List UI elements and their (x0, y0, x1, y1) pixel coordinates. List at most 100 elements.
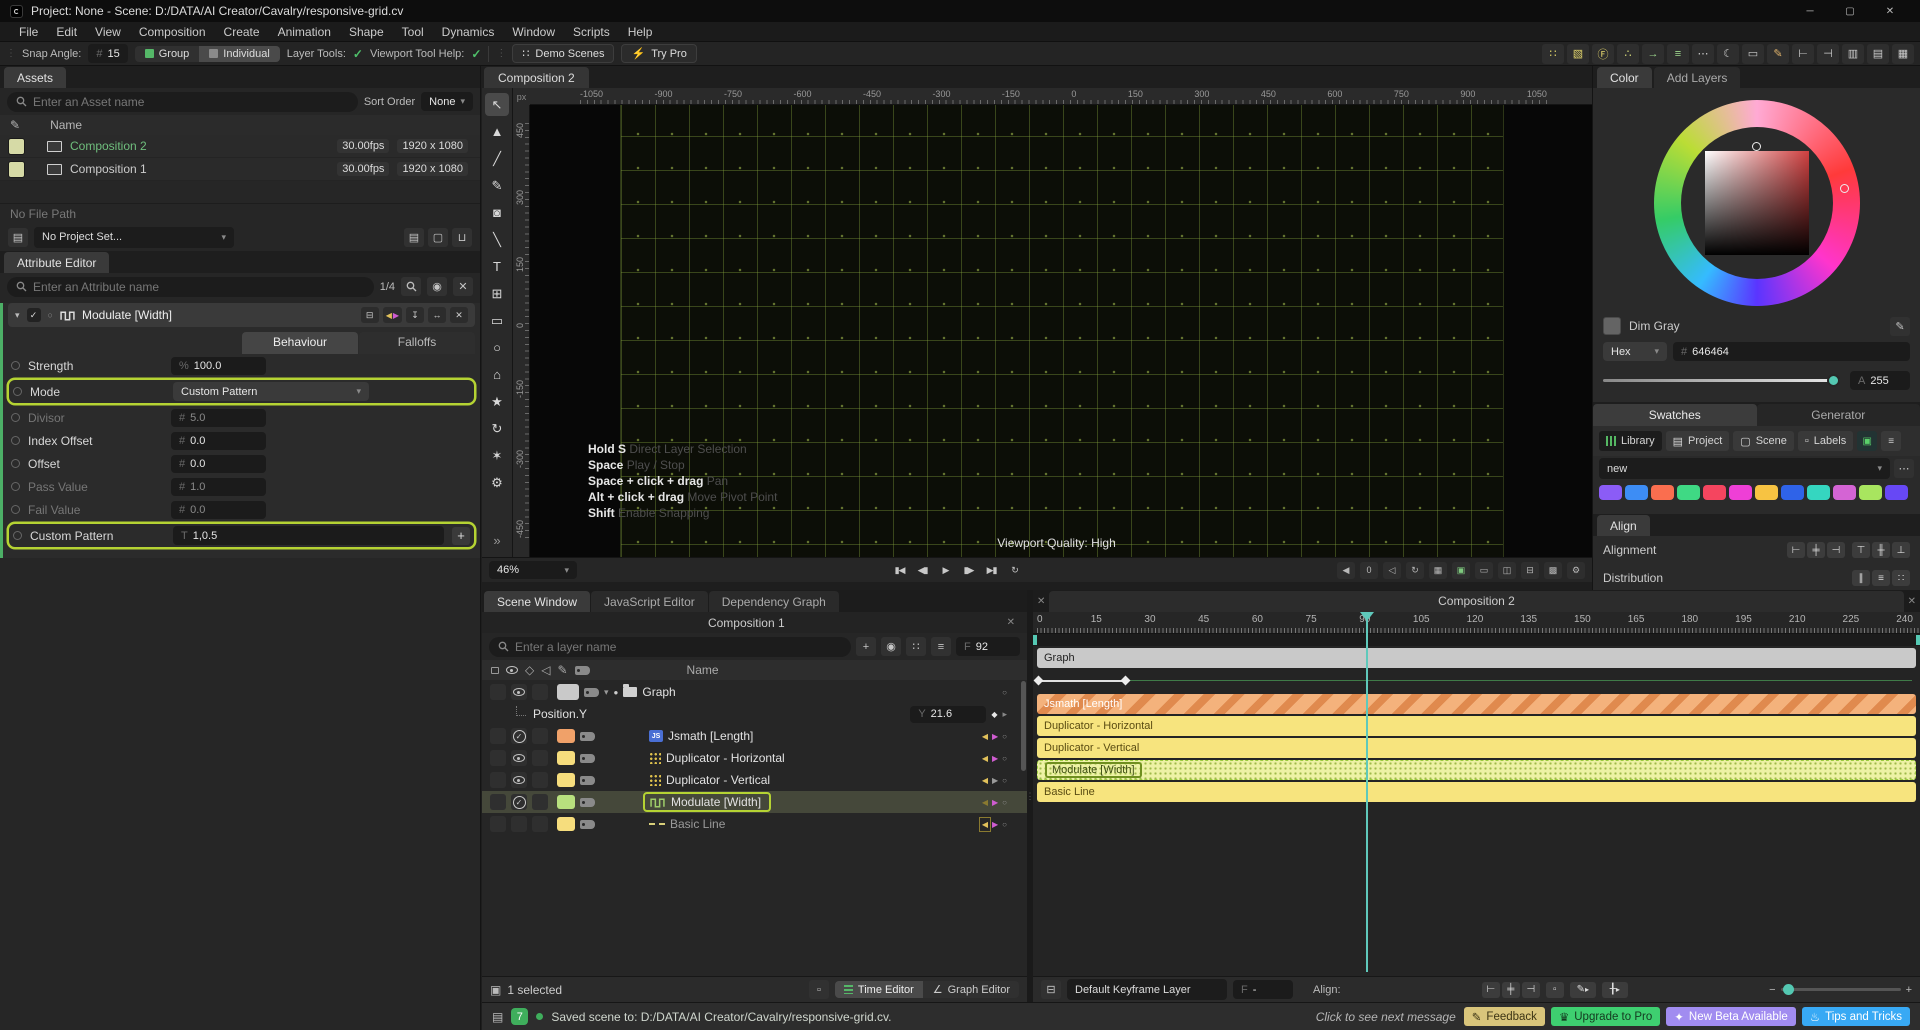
circle-icon[interactable]: ○ (1002, 820, 1007, 829)
close-icon[interactable]: ✕ (1033, 596, 1049, 607)
connection-port[interactable] (13, 387, 22, 396)
color-swatch[interactable] (1677, 485, 1700, 500)
zoom-in-icon[interactable]: + (1906, 984, 1912, 996)
ellipse-tool[interactable]: ○ (485, 336, 509, 359)
swatch-more-button[interactable]: ⋯ (1894, 459, 1914, 478)
sort-order-select[interactable]: None▾ (421, 92, 473, 111)
grid-icon[interactable]: ▦ (1892, 44, 1914, 64)
circle-icon[interactable]: ○ (1002, 754, 1007, 763)
modulate-highlight-box[interactable]: Modulate [Width] (643, 792, 771, 812)
skip-end-button[interactable]: ▶▮ (984, 565, 1000, 576)
prev-key-icon[interactable]: ◀ (982, 776, 988, 785)
next-key-icon[interactable]: ▶ (393, 311, 399, 320)
maximize-button[interactable]: ▢ (1830, 6, 1870, 17)
layer-name[interactable]: Basic Line (670, 817, 725, 831)
motion-path-icon[interactable]: → (1642, 44, 1664, 64)
sparkle-tool[interactable]: ✶ (485, 444, 509, 467)
position-y-field[interactable]: Y21.6 (910, 706, 986, 723)
visibility-toggle[interactable] (511, 772, 527, 788)
align-top-icon[interactable]: ⊤ (1852, 542, 1870, 558)
settings-tool[interactable]: ⚙ (485, 471, 509, 494)
filter-icon[interactable]: ∷ (906, 637, 926, 656)
layer-row-duplicator-vertical[interactable]: Duplicator - Vertical ◀ ▶ ○ (482, 769, 1027, 791)
distribute-grid-icon[interactable]: ∷ (1892, 570, 1910, 586)
hue-selector[interactable] (1840, 184, 1849, 193)
track-duplicator-vertical[interactable]: Duplicator - Vertical (1037, 738, 1916, 758)
track-jsmath[interactable]: Jsmath [Length] (1037, 694, 1916, 714)
align-left-icon[interactable]: ⊢ (1792, 44, 1814, 64)
scrollbar[interactable] (1021, 681, 1026, 771)
time-editor-button[interactable]: Time Editor (835, 981, 923, 998)
reveal-button[interactable]: ▢ (428, 228, 448, 247)
zoom-select[interactable]: 46%▾ (489, 561, 577, 579)
color-swatch[interactable] (1833, 485, 1856, 500)
cube-icon[interactable]: ▧ (1567, 44, 1589, 64)
tab-color[interactable]: Color (1597, 67, 1652, 88)
tab-assets[interactable]: Assets (4, 67, 66, 88)
tag-icon[interactable] (580, 732, 595, 741)
keyframe-diamond-icon[interactable]: ◆ (991, 710, 997, 719)
distribute-h-icon[interactable]: ∥ (1852, 570, 1870, 586)
playhead[interactable] (1366, 612, 1368, 972)
attr-isolate-icon[interactable]: ◉ (427, 277, 447, 296)
asset-row[interactable]: Composition 1 30.00fps 1920 x 1080 (0, 158, 480, 181)
kf-box-button[interactable]: ▫ (1546, 982, 1564, 998)
scatter-icon[interactable]: ∴ (1617, 44, 1639, 64)
circle-icon[interactable]: ○ (1002, 688, 1007, 697)
tab-javascript-editor[interactable]: JavaScript Editor (591, 591, 708, 612)
layer-color-swatch[interactable] (557, 773, 575, 787)
viewport-help-check-icon[interactable]: ✓ (471, 47, 481, 61)
layer-color-swatch[interactable] (557, 684, 579, 700)
pass-value-field[interactable]: #1.0 (171, 478, 266, 496)
group-mode-button[interactable]: Group (135, 46, 200, 62)
next-key-icon[interactable]: ▸ (1002, 709, 1007, 720)
status-button[interactable]: ♛Upgrade to Pro (1551, 1007, 1660, 1026)
drag-handle-icon[interactable]: ⋮ (6, 48, 15, 59)
color-swatch[interactable] (1807, 485, 1830, 500)
step-back-button[interactable]: ◀▮ (915, 565, 931, 576)
grid-dots-icon[interactable]: ∷ (1542, 44, 1564, 64)
asset-name[interactable]: Composition 2 (70, 139, 147, 153)
camera-tool[interactable]: ◙ (485, 201, 509, 224)
console-icon[interactable]: ▤ (492, 1010, 503, 1024)
asset-row[interactable]: Composition 2 30.00fps 1920 x 1080 (0, 135, 480, 158)
tab-generator[interactable]: Generator (1757, 404, 1920, 426)
scalpel-tool[interactable]: ╱ (485, 147, 509, 170)
layer-row-duplicator-horizontal[interactable]: Duplicator - Horizontal ◀ ▶ ○ (482, 747, 1027, 769)
attr-node-header[interactable]: ▾ ✓ ○ Modulate [Width] ⊟ ◀▶ ↧ ↔ ✕ (8, 303, 475, 327)
work-area-bar[interactable] (1033, 634, 1920, 646)
menu-item[interactable]: File (10, 25, 47, 39)
color-wheel[interactable] (1654, 100, 1860, 306)
tab-align[interactable]: Align (1597, 515, 1650, 536)
next-key-icon[interactable]: ▶ (992, 820, 998, 829)
saturation-square[interactable] (1705, 151, 1809, 255)
align-right-icon[interactable]: ⊣ (1522, 982, 1540, 998)
align-stack-icon[interactable]: ≡ (1667, 44, 1689, 64)
layer-color-swatch[interactable] (557, 817, 575, 831)
strength-field[interactable]: %100.0 (171, 357, 266, 375)
layer-name[interactable]: Jsmath [Length] (668, 729, 753, 743)
tag-icon[interactable] (580, 776, 595, 785)
align-left-icon[interactable]: ⊢ (1787, 542, 1805, 558)
polygon-tool[interactable]: ⌂ (485, 363, 509, 386)
star-tool[interactable]: ★ (485, 390, 509, 413)
color-swatch[interactable] (1625, 485, 1648, 500)
project-select[interactable]: No Project Set...▾ (34, 227, 234, 248)
custom-pattern-field[interactable]: T1,0.5 (173, 526, 444, 545)
tab-attribute-editor[interactable]: Attribute Editor (4, 252, 109, 273)
asset-name[interactable]: Composition 1 (70, 162, 147, 176)
more-tools[interactable]: » (485, 529, 509, 552)
windows-icon[interactable]: ◫ (1498, 562, 1516, 579)
graph-node-icon[interactable]: ⊟ (361, 307, 379, 323)
zoom-out-icon[interactable]: − (1769, 984, 1775, 996)
circle-icon[interactable]: ○ (1002, 732, 1007, 741)
close-node-icon[interactable]: ✕ (450, 307, 468, 323)
keyframe-diamond[interactable] (1121, 676, 1131, 686)
color-swatch[interactable] (1781, 485, 1804, 500)
menu-item[interactable]: Composition (130, 25, 215, 39)
asset-color-swatch[interactable] (8, 138, 25, 155)
prev-key-icon[interactable]: ◀ (982, 732, 988, 741)
keyframe-segment[interactable] (1037, 680, 1125, 682)
zoom-slider-handle[interactable] (1783, 984, 1794, 995)
add-layer-button[interactable]: + (856, 637, 876, 656)
